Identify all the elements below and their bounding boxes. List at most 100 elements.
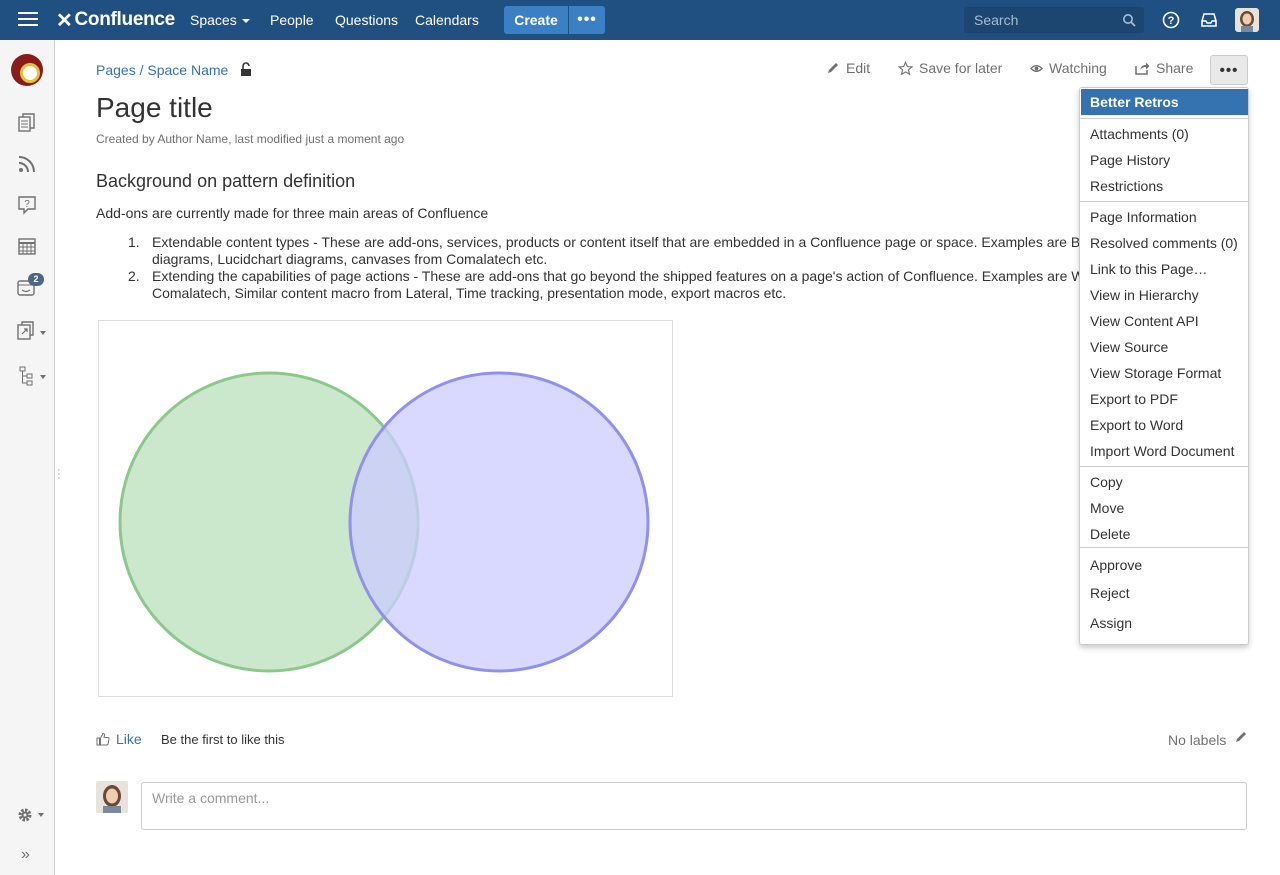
search-box xyxy=(964,7,1144,33)
like-button[interactable]: Like xyxy=(96,731,142,747)
more-actions-menu: Better Retros Attachments (0) Page Histo… xyxy=(1079,87,1249,645)
list-item-text-continued: Comalatech, Similar content macro from L… xyxy=(152,285,787,301)
nav-spaces[interactable]: Spaces xyxy=(190,12,250,28)
nav-people[interactable]: People xyxy=(270,12,314,28)
confluence-logo[interactable]: ✕ Confluence xyxy=(56,8,175,32)
comment-box xyxy=(141,782,1247,830)
list-item: 1. Extendable content types - These are … xyxy=(128,234,1088,268)
svg-text:?: ? xyxy=(24,199,30,210)
top-navigation-bar: ✕ Confluence Spaces People Questions Cal… xyxy=(0,0,1280,40)
menu-item-resolved-comments[interactable]: Resolved comments (0) xyxy=(1090,235,1238,251)
menu-item-better-retros[interactable]: Better Retros xyxy=(1081,89,1248,115)
svg-text:?: ? xyxy=(1168,15,1175,27)
space-settings[interactable] xyxy=(16,805,46,825)
menu-item-view-in-hierarchy[interactable]: View in Hierarchy xyxy=(1090,287,1199,303)
venn-diagram[interactable] xyxy=(98,320,673,697)
pages-icon[interactable] xyxy=(16,112,38,134)
calendar-grid-icon[interactable] xyxy=(16,235,38,257)
menu-item-delete[interactable]: Delete xyxy=(1090,526,1130,542)
user-avatar[interactable] xyxy=(1235,8,1259,32)
edit-label: Edit xyxy=(846,60,871,76)
page-title: Page title xyxy=(96,92,213,123)
save-for-later-label: Save for later xyxy=(919,60,1003,76)
share-button[interactable]: Share xyxy=(1134,60,1193,76)
breadcrumb-pages[interactable]: Pages xyxy=(96,62,136,78)
chevron-down-icon[interactable] xyxy=(40,331,46,335)
chevron-down-icon[interactable] xyxy=(40,375,46,379)
create-button[interactable]: Create xyxy=(504,6,568,34)
venn-right-circle xyxy=(348,371,650,673)
menu-item-approve[interactable]: Approve xyxy=(1090,557,1142,573)
gear-icon xyxy=(18,808,44,822)
menu-divider xyxy=(1080,118,1248,119)
page-byline: Created by Author Name, last modified ju… xyxy=(96,132,405,146)
expand-sidebar-icon[interactable]: » xyxy=(21,846,30,864)
nav-calendars[interactable]: Calendars xyxy=(415,12,479,28)
menu-item-restrictions[interactable]: Restrictions xyxy=(1090,178,1163,194)
menu-item-export-pdf[interactable]: Export to PDF xyxy=(1090,391,1178,407)
menu-item-move[interactable]: Move xyxy=(1090,500,1124,516)
menu-divider xyxy=(1080,466,1248,467)
help-icon[interactable]: ? xyxy=(1162,11,1180,29)
venn-diagram-canvas xyxy=(118,371,650,673)
menu-item-attachments[interactable]: Attachments (0) xyxy=(1090,126,1189,142)
menu-item-export-word[interactable]: Export to Word xyxy=(1090,417,1183,433)
space-sidebar: ? 2 » xyxy=(0,40,55,875)
breadcrumb: Pages / Space Name xyxy=(96,62,228,78)
menu-item-page-history[interactable]: Page History xyxy=(1090,152,1170,168)
list-number: 1. xyxy=(128,234,140,250)
notification-badge: 2 xyxy=(28,273,44,286)
page-tree-icon[interactable] xyxy=(16,365,38,387)
list-item-text: Extending the capabilities of page actio… xyxy=(152,268,1085,284)
list-item-text-continued: diagrams, Lucidchart diagrams, canvases … xyxy=(152,251,548,267)
questions-icon[interactable]: ? xyxy=(16,194,38,216)
blueprint-icon[interactable] xyxy=(16,320,38,342)
save-for-later-button[interactable]: Save for later xyxy=(898,60,1002,76)
watching-button[interactable]: Watching xyxy=(1030,60,1107,76)
pencil-icon xyxy=(828,63,838,73)
nav-spaces-label: Spaces xyxy=(190,12,237,28)
menu-item-copy[interactable]: Copy xyxy=(1090,474,1123,490)
list-number: 2. xyxy=(128,268,140,284)
star-icon xyxy=(898,60,913,75)
thumbs-up-icon xyxy=(96,732,110,746)
brand-name: Confluence xyxy=(74,9,175,30)
menu-item-import-word[interactable]: Import Word Document xyxy=(1090,443,1234,459)
rss-feed-icon[interactable] xyxy=(16,153,38,175)
watching-label: Watching xyxy=(1049,60,1107,76)
breadcrumb-space[interactable]: Space Name xyxy=(147,62,228,78)
list-item-text: Extendable content types - These are add… xyxy=(152,234,1081,250)
menu-item-link-to-page[interactable]: Link to this Page… xyxy=(1090,261,1208,277)
hamburger-menu-icon[interactable] xyxy=(18,12,38,28)
ordered-list: 1. Extendable content types - These are … xyxy=(128,234,1088,302)
share-icon xyxy=(1135,62,1150,75)
menu-item-view-storage-format[interactable]: View Storage Format xyxy=(1090,365,1221,381)
comment-input[interactable] xyxy=(142,783,1246,813)
list-item: 2. Extending the capabilities of page ac… xyxy=(128,268,1088,302)
pencil-icon[interactable] xyxy=(1234,730,1248,744)
unlocked-padlock-icon[interactable] xyxy=(240,62,253,77)
confluence-x-icon: ✕ xyxy=(56,9,73,32)
menu-item-reject[interactable]: Reject xyxy=(1090,585,1130,601)
like-summary: Be the first to like this xyxy=(161,732,285,747)
section-heading: Background on pattern definition xyxy=(96,171,356,191)
search-input[interactable] xyxy=(964,7,1114,33)
menu-item-view-source[interactable]: View Source xyxy=(1090,339,1168,355)
menu-item-view-content-api[interactable]: View Content API xyxy=(1090,313,1199,329)
menu-item-page-information[interactable]: Page Information xyxy=(1090,209,1197,225)
edit-button[interactable]: Edit xyxy=(826,60,870,76)
create-more-button[interactable]: ••• xyxy=(569,6,605,34)
menu-item-assign[interactable]: Assign xyxy=(1090,615,1132,631)
chevron-down-icon xyxy=(241,19,250,24)
sidebar-resize-handle[interactable]: · · · xyxy=(57,465,61,484)
nav-questions[interactable]: Questions xyxy=(335,12,398,28)
space-logo[interactable] xyxy=(11,54,43,86)
eye-icon xyxy=(1030,64,1043,72)
more-actions-button[interactable]: ••• xyxy=(1210,55,1248,85)
menu-divider xyxy=(1080,547,1248,548)
notifications-tray-icon[interactable] xyxy=(1200,11,1218,29)
search-icon[interactable] xyxy=(1122,13,1136,27)
like-link: Like xyxy=(116,731,142,747)
share-label: Share xyxy=(1156,60,1194,76)
intro-paragraph: Add-ons are currently made for three mai… xyxy=(96,205,489,221)
